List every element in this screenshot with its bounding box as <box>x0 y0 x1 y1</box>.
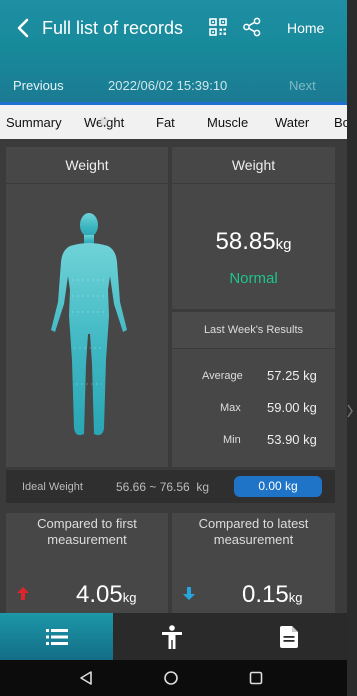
previous-button[interactable]: Previous <box>13 78 64 93</box>
chevron-left-icon <box>17 18 29 38</box>
record-datetime: 2022/06/02 15:39:10 <box>108 78 228 93</box>
person-icon <box>161 624 182 649</box>
compare-latest-title: Compared to latest measurement <box>198 516 309 547</box>
back-button[interactable] <box>10 14 36 42</box>
home-button[interactable]: Home <box>287 20 324 36</box>
tab-touch-indicator <box>101 119 107 125</box>
left-card-title: Weight <box>65 157 109 173</box>
compare-latest-value: 0.15 <box>242 581 289 608</box>
max-label: Max <box>220 402 241 414</box>
title-bar: Full list of records Home <box>0 8 347 48</box>
app-screen: Full list of records Home Previous 2022/… <box>0 0 347 696</box>
last-week-header: Last Week's Results <box>172 312 335 348</box>
nav-records-list[interactable] <box>0 613 113 660</box>
compare-first-value-row: 4.05kg <box>76 581 136 609</box>
weight-value: 58.85 <box>215 228 276 255</box>
compare-latest-value-row: 0.15kg <box>242 581 302 609</box>
recents-square-icon[interactable] <box>248 670 264 686</box>
min-value: 53.90 kg <box>267 432 317 447</box>
last-week-results: Average 57.25 kg Max 59.00 kg Min 53.90 … <box>172 349 335 467</box>
bottom-navigation <box>0 613 347 660</box>
average-label: Average <box>202 370 243 382</box>
compare-first-value: 4.05 <box>76 581 123 608</box>
compare-first-unit: kg <box>122 590 137 605</box>
weight-detail: Weight Weight 58.85kg Normal Last Week's… <box>0 139 347 613</box>
tab-fat[interactable]: Fat <box>156 115 175 130</box>
share-button[interactable] <box>242 17 262 37</box>
record-navigation: Previous 2022/06/02 15:39:10 Next <box>0 72 347 98</box>
weight-value-card: 58.85kg Normal <box>172 184 335 309</box>
next-button[interactable]: Next <box>289 78 316 93</box>
weight-unit: kg <box>275 236 292 253</box>
share-icon <box>243 17 261 37</box>
compare-first-title: Compared to first measurement <box>37 516 137 547</box>
window-edge <box>347 0 357 696</box>
ideal-weight-row: Ideal Weight 56.66 ~ 76.56 kg 0.00 kg <box>6 470 335 503</box>
right-card-title: Weight <box>231 157 276 173</box>
qr-code-button[interactable] <box>209 18 227 36</box>
tab-body[interactable]: Bo <box>334 115 347 130</box>
document-icon <box>279 625 298 648</box>
tab-muscle[interactable]: Muscle <box>207 115 248 130</box>
body-figure-card <box>6 184 168 467</box>
edge-handle-icon <box>347 404 353 418</box>
ideal-weight-range: 56.66 ~ 76.56 kg <box>116 480 210 494</box>
qr-code-icon <box>209 18 227 36</box>
metric-tabs: Summary Weight Fat Muscle Water Bo <box>0 105 347 139</box>
weight-value-row: 58.85kg <box>172 228 335 256</box>
ideal-weight-label: Ideal Weight <box>22 481 83 493</box>
compare-latest-unit: kg <box>288 590 303 605</box>
page-title: Full list of records <box>42 18 184 38</box>
tab-water[interactable]: Water <box>275 115 309 130</box>
system-navigation-bar <box>0 660 347 696</box>
arrow-down-icon <box>183 587 195 600</box>
left-card-header: Weight <box>6 147 168 183</box>
max-value: 59.00 kg <box>267 400 317 415</box>
arrow-up-icon <box>17 587 29 600</box>
nav-body[interactable] <box>113 613 230 660</box>
compare-latest-card: Compared to latest measurement 0.15kg <box>172 513 335 613</box>
right-card-header: Weight <box>172 147 335 183</box>
header: Full list of records Home Previous 2022/… <box>0 0 347 105</box>
tab-summary[interactable]: Summary <box>6 115 62 130</box>
back-triangle-icon[interactable] <box>78 670 94 686</box>
body-silhouette-icon <box>51 213 127 436</box>
home-circle-icon[interactable] <box>163 670 179 686</box>
weight-status: Normal <box>229 270 278 287</box>
weight-difference-badge: 0.00 kg <box>234 476 322 497</box>
average-value: 57.25 kg <box>267 368 317 383</box>
compare-first-card: Compared to first measurement 4.05kg <box>6 513 168 613</box>
last-week-title: Last Week's Results <box>203 324 304 336</box>
list-icon <box>45 628 68 645</box>
min-label: Min <box>223 434 241 446</box>
nav-report[interactable] <box>230 613 347 660</box>
